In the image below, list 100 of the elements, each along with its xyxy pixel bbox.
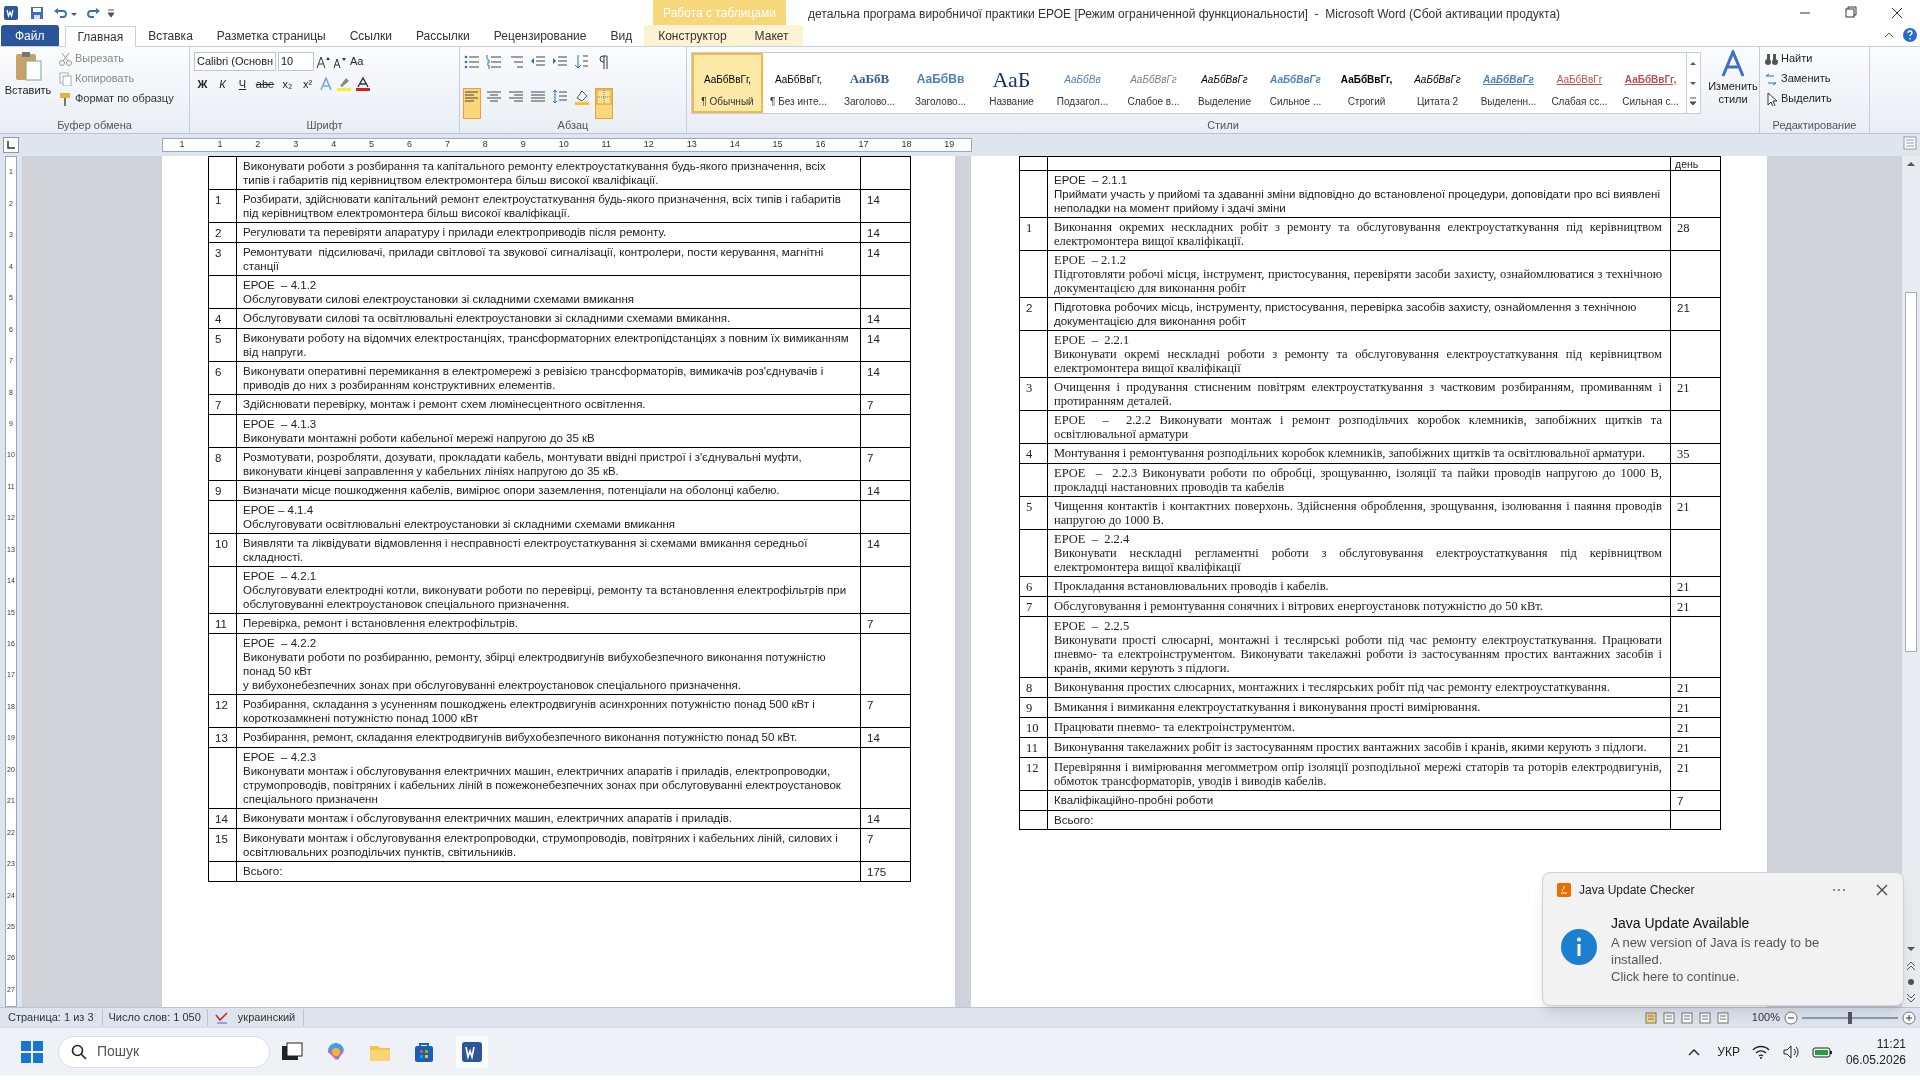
justify-icon[interactable]	[530, 89, 546, 105]
spellcheck-icon[interactable]	[213, 1010, 230, 1025]
format-button[interactable]: x²	[299, 75, 316, 93]
volume-icon[interactable]	[1781, 1043, 1800, 1060]
grow-font-icon[interactable]	[316, 54, 330, 69]
change-styles-button[interactable]: Изменить стили	[1705, 50, 1761, 118]
font-size-field[interactable]: 10	[278, 52, 314, 71]
style-item[interactable]: АаБбВвГг Цитата 2	[1402, 53, 1473, 113]
numbering-icon[interactable]	[486, 54, 502, 70]
ribbon-tab[interactable]: Конструктор	[644, 25, 741, 46]
style-item[interactable]: АаБбВв Подзагол...	[1047, 53, 1118, 113]
zoom-out-icon[interactable]	[1784, 1010, 1798, 1025]
ruler-number: 1	[217, 138, 223, 152]
scrollbar-thumb[interactable]	[1905, 292, 1917, 652]
group-label: Абзац	[556, 118, 590, 133]
clock-date[interactable]: 06.05.2026	[1845, 1051, 1906, 1068]
zoom-slider-thumb[interactable]	[1848, 1011, 1852, 1024]
ribbon-tab[interactable]: Рассылки	[403, 25, 482, 46]
row-number: 15	[215, 833, 228, 845]
style-item[interactable]: АаБбВв Заголово...	[905, 53, 976, 113]
cell-text: Виконувати монтажні роботи кабельної мережі напругою до 35 кВ	[243, 431, 596, 445]
ribbon-tab[interactable]: Разметка страницы	[204, 25, 338, 46]
zoom-in-icon[interactable]	[1902, 1010, 1916, 1025]
style-item[interactable]: АаБбВвГг Сильное ...	[1260, 53, 1331, 113]
clipboard-icon	[13, 50, 43, 82]
save-icon[interactable]	[29, 4, 45, 21]
font-name-field[interactable]: Calibri (Основн	[194, 52, 276, 71]
wifi-icon[interactable]	[1751, 1043, 1770, 1060]
days-cell: 14	[867, 227, 880, 239]
multilevel-list-icon[interactable]	[508, 54, 524, 70]
format-button[interactable]: Ч	[234, 75, 251, 93]
cell-text: Монтування і ремонтування розподільних коробок клемників, запобіжних щитків та освітлювальної арматури.	[1054, 446, 1647, 460]
zoom-level[interactable]: 100%	[1751, 1009, 1780, 1026]
cell-text: Вмикання і вимикання електроустаткування і виконування прості вимірювання.	[1054, 700, 1482, 714]
style-item[interactable]: АаБбВвГг, Сильная с...	[1615, 53, 1686, 113]
ribbon-tab[interactable]: Макет	[740, 25, 803, 46]
file-tab[interactable]: Файл	[1, 25, 59, 46]
cell-text: Ремонтувати підсилювачі, прилади світлової та звукової сигналізації, контролери, пости керування, магнітні станції	[243, 245, 825, 273]
style-item[interactable]: АаБбВвГг Слабая сс...	[1544, 53, 1615, 113]
close-icon[interactable]	[1875, 883, 1889, 897]
style-item[interactable]: АаБ Название	[976, 53, 1047, 113]
style-item[interactable]: АаБбВвГг, ¶ Без инте...	[763, 53, 834, 113]
notification-link[interactable]: Click here to continue.	[1611, 968, 1841, 985]
cell-text: ЕРОЕ – 4.2.3	[243, 750, 318, 764]
style-item[interactable]: АаБбВ Заголово...	[834, 53, 905, 113]
style-item[interactable]: АаБбВвГг Слабое в...	[1118, 53, 1189, 113]
sort-icon[interactable]	[574, 54, 590, 70]
cell-text: Всього:	[1054, 813, 1095, 827]
cell-text: Визначати місце пошкодження кабелів, вимірює опори заземлення, потенціали на оболонці кабелю.	[243, 483, 781, 497]
keyboard-language[interactable]: УКР	[1717, 1042, 1740, 1061]
format-painter-button[interactable]: Формат по образцу	[58, 90, 174, 107]
ribbon-tab[interactable]: Ссылки	[337, 25, 404, 46]
line-spacing-icon[interactable]	[552, 89, 568, 105]
windows-start-icon[interactable]	[20, 1039, 44, 1064]
format-button[interactable]: К	[214, 75, 231, 93]
cell-text: Всього:	[243, 864, 284, 878]
cut-button[interactable]: Вырезать	[58, 50, 174, 67]
style-item[interactable]: АаБбВвГг Выделение	[1189, 53, 1260, 113]
previous-page-icon[interactable]	[1904, 959, 1918, 973]
format-button[interactable]: Ж	[194, 75, 211, 93]
help-icon[interactable]	[1902, 27, 1918, 43]
cell-text: Виявляти та ліквідувати відмовлення і несправності електроустаткування зі схемами вмикання середньої складності.	[243, 536, 809, 564]
row-number: 7	[1026, 600, 1033, 614]
info-icon	[1561, 929, 1597, 965]
days-cell: 14	[867, 194, 880, 206]
shading-icon[interactable]	[574, 89, 590, 105]
word-app-icon[interactable]	[460, 1039, 484, 1064]
align-right-icon[interactable]	[508, 89, 524, 105]
select-button[interactable]: Выделить	[1764, 90, 1832, 107]
page-count[interactable]: Страница: 1 из 3	[0, 1009, 103, 1026]
style-item[interactable]: АаБбВвГг, Строгий	[1331, 53, 1402, 113]
horizontal-ruler[interactable]: 1 1 2 3 4 5 6 7 8 9 10 11 12 13 14 15 16 17 18 19	[162, 138, 972, 152]
copy-button[interactable]: Копировать	[58, 70, 174, 87]
ribbon-tab[interactable]: Вид	[598, 25, 645, 46]
font-color-icon[interactable]	[355, 76, 371, 92]
format-button[interactable]: abe	[254, 75, 276, 93]
clock-time[interactable]: 11:21	[1876, 1035, 1906, 1052]
bullets-icon[interactable]	[464, 54, 480, 70]
row-number: 3	[1026, 381, 1033, 395]
battery-icon[interactable]	[1811, 1044, 1834, 1059]
word-logo-icon	[3, 4, 19, 21]
style-item[interactable]: АаБбВвГг, ¶ Обычный	[692, 53, 763, 113]
word-count[interactable]: Число слов: 1 050	[102, 1009, 208, 1026]
tab-selector[interactable]	[3, 137, 19, 153]
paste-button[interactable]: Вставить	[4, 50, 52, 118]
style-item[interactable]: АаБбВвГг Выделенн...	[1473, 53, 1544, 113]
next-page-icon[interactable]	[1904, 991, 1918, 1005]
language-indicator[interactable]: украинский	[229, 1009, 305, 1026]
format-button[interactable]: x₂	[279, 75, 296, 93]
align-center-icon[interactable]	[486, 89, 502, 105]
ribbon-tab[interactable]: Рецензирование	[481, 25, 599, 46]
replace-button[interactable]: Заменить	[1764, 70, 1832, 87]
change-case-button[interactable]: Aa	[348, 53, 366, 70]
find-button[interactable]: Найти	[1764, 50, 1832, 67]
search-field[interactable]: Пошук	[58, 1035, 270, 1068]
ribbon-tab[interactable]: Вставка	[136, 25, 205, 46]
column-header: день	[1675, 158, 1699, 170]
ribbon-tab[interactable]: Главная	[64, 26, 137, 47]
ruler-number: 11	[601, 138, 611, 152]
ruler-number: 13	[686, 138, 697, 152]
